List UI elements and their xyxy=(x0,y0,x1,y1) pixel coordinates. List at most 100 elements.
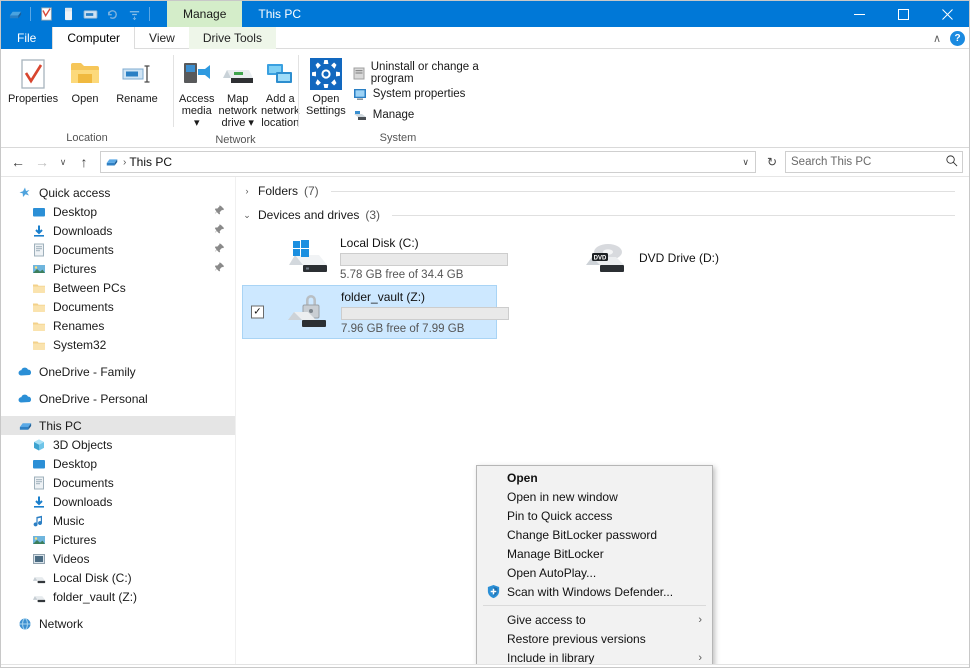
system-properties-button[interactable]: System properties xyxy=(352,85,488,103)
search-input[interactable] xyxy=(791,156,945,168)
sidebar-item-onedrive-personal[interactable]: OneDrive - Personal xyxy=(1,389,235,408)
group-count-folders: (7) xyxy=(304,184,319,198)
drive-tile-dvd-d[interactable]: DVD DVD Drive (D:) xyxy=(537,231,792,285)
sidebar-item-pictures[interactable]: Pictures xyxy=(1,530,235,549)
folder-icon xyxy=(31,299,47,315)
context-menu-item-change-bitlocker-password[interactable]: Change BitLocker password xyxy=(477,525,712,544)
pin-icon[interactable] xyxy=(214,242,225,257)
address-bar: ← → ∨ ↑ › This PC ∨ ↻ xyxy=(1,148,969,177)
sidebar-item-this-pc[interactable]: This PC xyxy=(1,416,235,435)
qat-separator-2 xyxy=(149,7,150,21)
3d-objects-icon xyxy=(31,437,47,453)
map-network-drive-icon xyxy=(221,57,255,91)
pin-icon[interactable] xyxy=(214,223,225,238)
rename-icon[interactable] xyxy=(80,4,100,24)
sidebar-item-system32[interactable]: System32 xyxy=(1,335,235,354)
sidebar-item-downloads[interactable]: Downloads xyxy=(1,492,235,511)
pin-icon[interactable] xyxy=(214,204,225,219)
open-settings-button[interactable]: Open Settings xyxy=(304,54,348,130)
properties-icon[interactable] xyxy=(36,4,56,24)
breadcrumb[interactable]: › This PC ∨ xyxy=(100,151,756,173)
rename-button[interactable]: Rename xyxy=(111,54,163,130)
qat-separator xyxy=(30,7,31,21)
rename-label: Rename xyxy=(116,93,158,105)
context-menu-item-open-autoplay[interactable]: Open AutoPlay... xyxy=(477,563,712,582)
sidebar-item-desktop[interactable]: Desktop xyxy=(1,454,235,473)
this-pc-icon[interactable] xyxy=(5,4,25,24)
chevron-right-icon[interactable]: › xyxy=(242,186,252,196)
new-folder-icon[interactable] xyxy=(58,4,78,24)
up-button[interactable]: ↑ xyxy=(73,151,95,173)
sidebar-item-documents[interactable]: Documents xyxy=(1,297,235,316)
contextual-tab-manage[interactable]: Manage xyxy=(167,1,243,27)
dvd-drive-icon: DVD xyxy=(581,235,631,281)
videos-icon xyxy=(31,551,47,567)
sidebar-item-desktop[interactable]: Desktop xyxy=(1,202,235,221)
back-button[interactable]: ← xyxy=(7,151,29,173)
refresh-button[interactable]: ↻ xyxy=(761,151,783,173)
sidebar-item-onedrive-family[interactable]: OneDrive - Family xyxy=(1,362,235,381)
breadcrumb-this-pc[interactable]: This PC xyxy=(129,155,172,169)
drive-checkbox[interactable]: ✓ xyxy=(251,305,264,319)
context-menu-item-pin-to-quick-access[interactable]: Pin to Quick access xyxy=(477,506,712,525)
manage-button[interactable]: Manage xyxy=(352,106,488,124)
sidebar-item-music[interactable]: Music xyxy=(1,511,235,530)
sidebar-item-label: Downloads xyxy=(53,223,113,238)
sidebar-item-between-pcs[interactable]: Between PCs xyxy=(1,278,235,297)
tab-computer[interactable]: Computer xyxy=(52,27,136,49)
tab-drive-tools[interactable]: Drive Tools xyxy=(188,27,276,49)
pictures-icon xyxy=(31,532,47,548)
context-menu-item-give-access-to[interactable]: Give access to › xyxy=(477,610,712,629)
pin-icon[interactable] xyxy=(214,261,225,276)
group-header-folders[interactable]: › Folders (7) xyxy=(236,181,969,201)
help-button[interactable]: ? xyxy=(950,30,965,46)
sidebar-item-3d-objects[interactable]: 3D Objects xyxy=(1,435,235,454)
chevron-down-icon[interactable]: ∨ xyxy=(742,157,749,168)
sidebar-item-videos[interactable]: Videos xyxy=(1,549,235,568)
chevron-down-icon[interactable]: ⌄ xyxy=(242,210,252,221)
context-menu-item-include-in-library[interactable]: Include in library › xyxy=(477,648,712,665)
system-properties-icon xyxy=(352,86,368,102)
context-menu-item-manage-bitlocker[interactable]: Manage BitLocker xyxy=(477,544,712,563)
sidebar-item-folder-vault-z[interactable]: folder_vault (Z:) xyxy=(1,587,235,606)
minimize-button[interactable] xyxy=(837,1,881,27)
add-network-location-button[interactable]: Add a network location xyxy=(259,54,302,132)
context-menu-item-label: Include in library xyxy=(507,650,595,665)
drive-icon xyxy=(31,570,47,586)
map-network-drive-button[interactable]: Map network drive ▾ xyxy=(216,54,259,132)
context-menu-item-open-in-new-window[interactable]: Open in new window xyxy=(477,487,712,506)
group-header-devices[interactable]: ⌄ Devices and drives (3) xyxy=(236,205,969,225)
sidebar-item-documents[interactable]: Documents xyxy=(1,240,235,259)
sidebar-item-network[interactable]: Network xyxy=(1,614,235,633)
maximize-button[interactable] xyxy=(881,1,925,27)
tab-view[interactable]: View xyxy=(135,27,189,49)
context-menu-item-restore-previous-versions[interactable]: Restore previous versions xyxy=(477,629,712,648)
drive-tile-local-disk-c[interactable]: Local Disk (C:) 5.78 GB free of 34.4 GB xyxy=(242,231,508,285)
undo-icon[interactable] xyxy=(102,4,122,24)
windows-drive-icon xyxy=(282,235,332,281)
forward-button[interactable]: → xyxy=(31,151,53,173)
context-menu-item-open[interactable]: Open xyxy=(477,468,712,487)
open-button[interactable]: Open xyxy=(59,54,111,130)
sidebar-item-downloads[interactable]: Downloads xyxy=(1,221,235,240)
search-box[interactable] xyxy=(785,151,963,173)
uninstall-or-change-program-button[interactable]: Uninstall or change a program xyxy=(352,61,488,85)
sidebar-item-local-disk-c[interactable]: Local Disk (C:) xyxy=(1,568,235,587)
sidebar-item-renames[interactable]: Renames xyxy=(1,316,235,335)
sidebar-item-label: Desktop xyxy=(53,456,98,471)
close-button[interactable] xyxy=(925,1,969,27)
tab-file[interactable]: File xyxy=(1,27,53,49)
collapse-ribbon-button[interactable]: ∧ xyxy=(930,32,944,45)
properties-button[interactable]: Properties xyxy=(7,54,59,130)
drive-capacity-bar-z xyxy=(341,306,509,320)
access-media-button[interactable]: Access media ▾ xyxy=(177,54,216,132)
sidebar-item-label: Documents xyxy=(53,475,114,490)
recent-locations-button[interactable]: ∨ xyxy=(55,151,71,173)
context-menu-item-scan-with-windows-defender[interactable]: Scan with Windows Defender... xyxy=(477,582,712,601)
sidebar-item-documents[interactable]: Documents xyxy=(1,473,235,492)
sidebar-item-pictures[interactable]: Pictures xyxy=(1,259,235,278)
group-label-devices: Devices and drives xyxy=(258,208,360,222)
customize-icon[interactable] xyxy=(124,4,144,24)
sidebar-item-quick-access[interactable]: Quick access xyxy=(1,183,235,202)
drive-tile-folder-vault-z[interactable]: ✓ folder_vault (Z:) 7.96 GB free of 7.99… xyxy=(242,285,509,339)
